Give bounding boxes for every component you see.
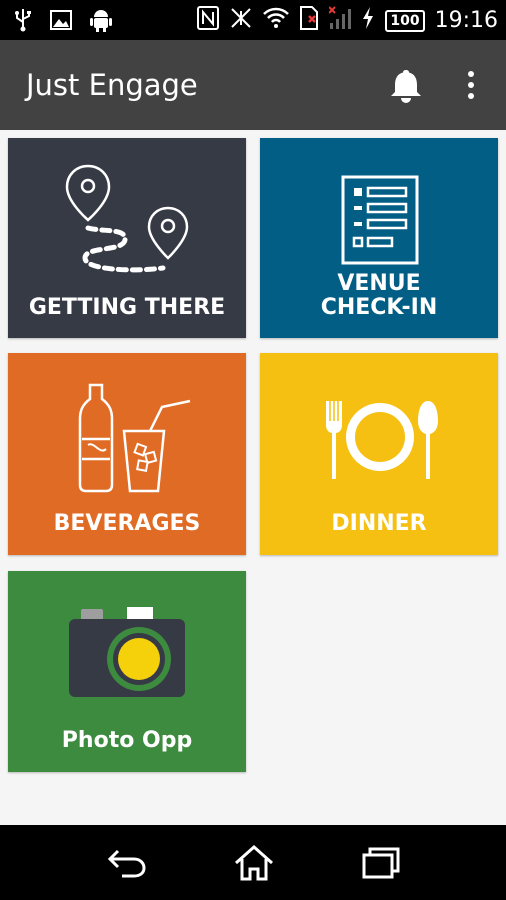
usb-icon [14, 8, 32, 37]
app-bar: Just Engage [0, 40, 506, 130]
tile-beverages[interactable]: BEVERAGES [8, 353, 246, 555]
camera-icon [69, 607, 185, 697]
battery-indicator: 100 [385, 9, 425, 32]
vibrate-off-icon [229, 6, 253, 35]
recents-icon[interactable] [360, 843, 404, 883]
checklist-icon [341, 175, 419, 265]
tile-photo-opp[interactable]: Photo Opp [8, 571, 246, 772]
sim-icon [299, 6, 319, 35]
signal-icon [328, 6, 352, 35]
tile-label: VENUE [337, 271, 421, 296]
battery-level: 100 [385, 9, 425, 32]
tile-getting-there[interactable]: GETTING THERE [8, 138, 246, 338]
tile-label-line2: CHECK-IN [320, 295, 438, 320]
tile-venue-check-in[interactable]: VENUE CHECK-IN [260, 138, 498, 338]
clock: 19:16 [434, 8, 498, 33]
back-icon[interactable] [104, 843, 148, 883]
tile-label: DINNER [331, 511, 427, 536]
tile-label: Photo Opp [61, 728, 193, 753]
status-bar: 100 19:16 [0, 0, 506, 40]
charging-icon [361, 7, 375, 34]
app-title: Just Engage [26, 68, 198, 102]
notifications-icon[interactable] [386, 66, 426, 106]
tile-label: BEVERAGES [53, 511, 201, 536]
home-icon[interactable] [232, 843, 276, 883]
route-map-icon [65, 164, 189, 273]
navigation-bar [0, 825, 506, 900]
tile-label: GETTING THERE [28, 295, 226, 320]
tile-dinner[interactable]: DINNER [260, 353, 498, 555]
nfc-icon [197, 6, 220, 35]
cutlery-plate-icon [326, 401, 438, 479]
android-icon [90, 8, 112, 37]
image-icon [50, 10, 72, 35]
drinks-icon [78, 383, 191, 493]
overflow-menu-icon[interactable] [456, 66, 486, 106]
wifi-icon [263, 7, 290, 34]
